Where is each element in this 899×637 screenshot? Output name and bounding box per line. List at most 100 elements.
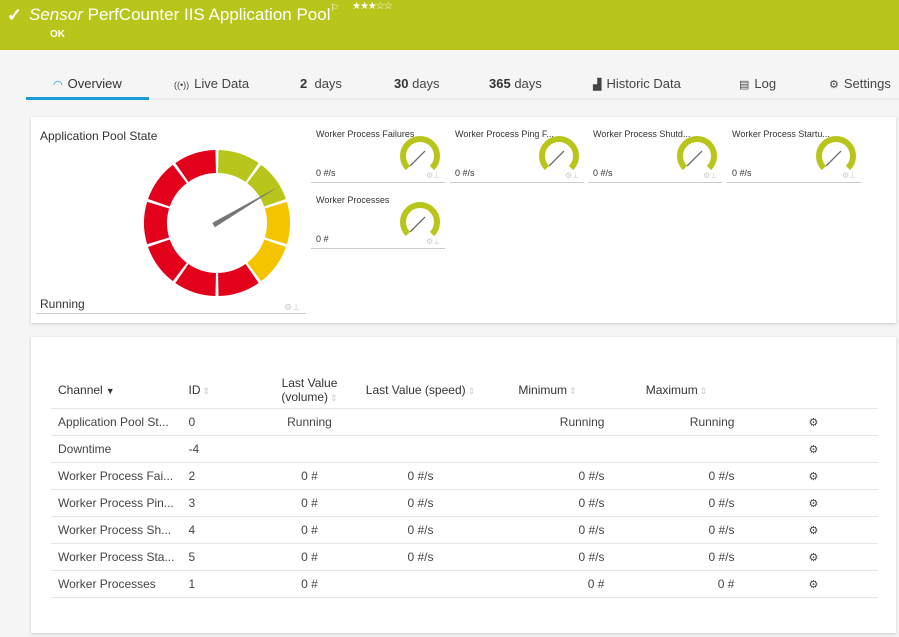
tab-settings[interactable]: ⚙ Settings: [829, 76, 891, 91]
table-header-row: Channel ▼ ID ⇕ Last Value (volume) ⇕ Last Va…: [51, 372, 878, 409]
flag-icon[interactable]: ⚐: [330, 3, 339, 14]
gauge-arc: [400, 136, 440, 171]
col-channel[interactable]: Channel ▼: [51, 372, 182, 409]
tab-number: 30: [394, 76, 409, 91]
table-row[interactable]: Worker Process Sh... 4 0 # 0 #/s 0 #/s 0…: [51, 516, 878, 544]
pin-icon[interactable]: ⊥: [849, 171, 856, 180]
mini-gauge-dial: [539, 136, 579, 171]
sensor-title: Sensor PerfCounter IIS Application Pool: [29, 5, 330, 25]
col-last-speed[interactable]: Last Value (speed) ⇕: [357, 372, 484, 409]
gauge-arc: [816, 136, 856, 171]
area-chart-icon: ▟: [593, 79, 602, 91]
cell-min: 0 #/s: [483, 462, 612, 490]
cell-min: 0 #/s: [483, 489, 612, 517]
channel-settings-icon[interactable]: ⚙: [808, 444, 818, 456]
mini-gauge-value: 0 #/s: [593, 168, 613, 178]
cell-channel[interactable]: Worker Process Pin...: [51, 489, 182, 517]
cell-speed: [357, 435, 484, 463]
sort-icon: ⇕: [699, 385, 708, 396]
cell-speed: 0 #/s: [357, 543, 484, 571]
priority-stars[interactable]: ★★★☆☆: [352, 1, 393, 12]
col-minimum[interactable]: Minimum ⇕: [483, 372, 612, 409]
col-maximum[interactable]: Maximum ⇕: [611, 372, 742, 409]
cell-channel[interactable]: Worker Process Sta...: [51, 543, 182, 571]
cell-channel[interactable]: Worker Process Fai...: [51, 462, 182, 490]
cell-channel[interactable]: Downtime: [51, 435, 182, 463]
gauge-needle: [825, 150, 842, 167]
cell-max: Running: [611, 408, 742, 436]
pin-icon[interactable]: ⊥: [572, 171, 579, 180]
tab-live-data[interactable]: ((•)) Live Data: [174, 76, 249, 91]
cell-max: 0 #/s: [611, 489, 742, 517]
tab-label: Settings: [843, 76, 891, 91]
divider: [450, 182, 584, 183]
gauge-icon: ◠: [53, 79, 63, 91]
main-gauge-value: Running: [40, 297, 85, 311]
sort-desc-icon: ▼: [105, 385, 115, 396]
divider: [36, 313, 306, 314]
cell-volume: 0 #: [261, 570, 358, 598]
mini-gauge[interactable]: Worker Process Shutd... 0 #/s ⚙⊥: [588, 117, 722, 183]
table-row[interactable]: Worker Process Sta... 5 0 # 0 #/s 0 #/s …: [51, 543, 878, 571]
cell-max: 0 #/s: [611, 543, 742, 571]
gear-icon[interactable]: ⚙: [284, 302, 292, 312]
pin-icon[interactable]: ⊥: [433, 171, 440, 180]
cell-id: 4: [181, 516, 262, 544]
tab-365-days[interactable]: 365 days: [489, 76, 542, 91]
channel-settings-icon[interactable]: ⚙: [808, 417, 818, 429]
pin-icon[interactable]: ⊥: [292, 302, 300, 312]
cell-channel[interactable]: Application Pool St...: [51, 408, 182, 436]
table-row[interactable]: Worker Processes 1 0 # 0 # 0 # ⚙: [51, 570, 878, 598]
cell-speed: 0 #/s: [357, 489, 484, 517]
gauge-tools: ⚙⊥: [426, 237, 440, 246]
main-gauge[interactable]: [141, 144, 293, 302]
channel-settings-icon[interactable]: ⚙: [808, 552, 818, 564]
channel-settings-icon[interactable]: ⚙: [808, 498, 818, 510]
col-label: ID: [188, 382, 201, 397]
table-row[interactable]: Application Pool St... 0 Running Running…: [51, 408, 878, 436]
channel-settings-icon[interactable]: ⚙: [808, 471, 818, 483]
table-row[interactable]: Worker Process Pin... 3 0 # 0 #/s 0 #/s …: [51, 489, 878, 517]
table-row[interactable]: Worker Process Fai... 2 0 # 0 #/s 0 #/s …: [51, 462, 878, 490]
cell-speed: 0 #/s: [357, 516, 484, 544]
cell-volume: [261, 435, 358, 463]
tab-bar: ◠ Overview ((•)) Live Data 2 days 30 days …: [26, 72, 899, 100]
cell-volume: Running: [261, 408, 358, 436]
channel-settings-icon[interactable]: ⚙: [808, 579, 818, 591]
mini-gauge[interactable]: Worker Process Startu... 0 #/s ⚙⊥: [727, 117, 861, 183]
cell-id: -4: [181, 435, 262, 463]
gauge-needle: [409, 150, 426, 167]
mini-gauge-value: 0 #: [316, 234, 329, 244]
mini-gauge[interactable]: Worker Process Failures 0 #/s ⚙⊥: [311, 117, 445, 183]
cell-id: 3: [181, 489, 262, 517]
mini-gauge-dial: [816, 136, 856, 171]
tab-2-days[interactable]: 2 days: [300, 76, 342, 91]
mini-gauge-value: 0 #/s: [316, 168, 336, 178]
col-label: Channel: [58, 382, 103, 397]
cell-max: 0 #/s: [611, 462, 742, 490]
gauge-arc: [677, 136, 717, 171]
cell-channel[interactable]: Worker Processes: [51, 570, 182, 598]
gauge-segment: [144, 201, 170, 245]
tab-label: days: [412, 76, 440, 91]
cell-speed: [357, 408, 484, 436]
col-label: Minimum: [518, 382, 568, 397]
col-last-volume[interactable]: Last Value (volume) ⇕: [261, 372, 358, 409]
pin-icon[interactable]: ⊥: [710, 171, 717, 180]
mini-gauge[interactable]: Worker Process Ping F... 0 #/s ⚙⊥: [450, 117, 584, 183]
col-label: Last Value: [281, 375, 338, 390]
channel-settings-icon[interactable]: ⚙: [808, 525, 818, 537]
mini-gauge[interactable]: Worker Processes 0 # ⚙⊥: [311, 183, 445, 249]
tab-log[interactable]: ▤ Log: [739, 76, 776, 91]
tab-label: Overview: [67, 76, 122, 91]
sort-icon: ⇕: [202, 385, 211, 396]
tab-overview[interactable]: ◠ Overview: [53, 76, 122, 91]
tab-historic-data[interactable]: ▟ Historic Data: [593, 76, 681, 91]
cell-channel[interactable]: Worker Process Sh...: [51, 516, 182, 544]
col-label: Maximum: [645, 382, 698, 397]
pin-icon[interactable]: ⊥: [433, 237, 440, 246]
col-id[interactable]: ID ⇕: [181, 372, 262, 409]
table-row[interactable]: Downtime -4 ⚙: [51, 435, 878, 463]
tab-30-days[interactable]: 30 days: [394, 76, 440, 91]
gauge-segment: [264, 201, 290, 245]
